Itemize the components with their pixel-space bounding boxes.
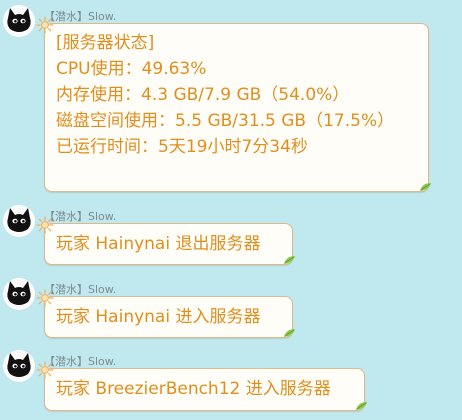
chat-message: 【潜水】Slow. 玩家 Hainynai 进入服务器 xyxy=(0,278,462,343)
message-bubble[interactable]: 玩家 Hainynai 进入服务器 xyxy=(44,296,293,338)
message-line: [服务器状态] xyxy=(56,33,155,53)
leaf-decoration-icon xyxy=(356,402,367,410)
message-line: 玩家 Hainynai 退出服务器 xyxy=(56,234,261,254)
chat-message: 【潜水】Slow. 玩家 BreezierBench12 进入服务器 xyxy=(0,350,462,420)
sun-decoration-icon xyxy=(36,289,54,307)
black-cat-avatar-icon[interactable] xyxy=(3,205,35,237)
leaf-decoration-icon xyxy=(284,256,295,264)
message-line: 内存使用：4.3 GB/7.9 GB（54.0%） xyxy=(56,85,350,105)
message-line: 已运行时间：5天19小时7分34秒 xyxy=(56,137,308,157)
sender-name: 【潜水】Slow. xyxy=(44,283,117,296)
sender-name: 【潜水】Slow. xyxy=(44,355,117,368)
message-bubble[interactable]: 玩家 Hainynai 退出服务器 xyxy=(44,223,293,265)
sun-decoration-icon xyxy=(36,16,54,34)
message-line: 磁盘空间使用：5.5 GB/31.5 GB（17.5%） xyxy=(56,111,395,131)
sender-name: 【潜水】Slow. xyxy=(44,10,117,23)
black-cat-avatar-icon[interactable] xyxy=(3,278,35,310)
black-cat-avatar-icon[interactable] xyxy=(3,350,35,382)
leaf-decoration-icon xyxy=(284,329,295,337)
sun-decoration-icon xyxy=(36,216,54,234)
sun-decoration-icon xyxy=(36,361,54,379)
black-cat-avatar-icon[interactable] xyxy=(3,5,35,37)
sender-name: 【潜水】Slow. xyxy=(44,210,117,223)
message-line: CPU使用：49.63% xyxy=(56,59,207,79)
chat-message: 【潜水】Slow. [服务器状态] CPU使用：49.63% 内存使用：4.3 … xyxy=(0,5,462,195)
message-bubble[interactable]: [服务器状态] CPU使用：49.63% 内存使用：4.3 GB/7.9 GB（… xyxy=(44,23,429,192)
message-line: 玩家 Hainynai 进入服务器 xyxy=(56,307,261,327)
leaf-decoration-icon xyxy=(420,183,431,191)
message-line: 玩家 BreezierBench12 进入服务器 xyxy=(56,379,331,399)
message-bubble[interactable]: 玩家 BreezierBench12 进入服务器 xyxy=(44,368,365,411)
chat-message: 【潜水】Slow. 玩家 Hainynai 退出服务器 xyxy=(0,205,462,270)
